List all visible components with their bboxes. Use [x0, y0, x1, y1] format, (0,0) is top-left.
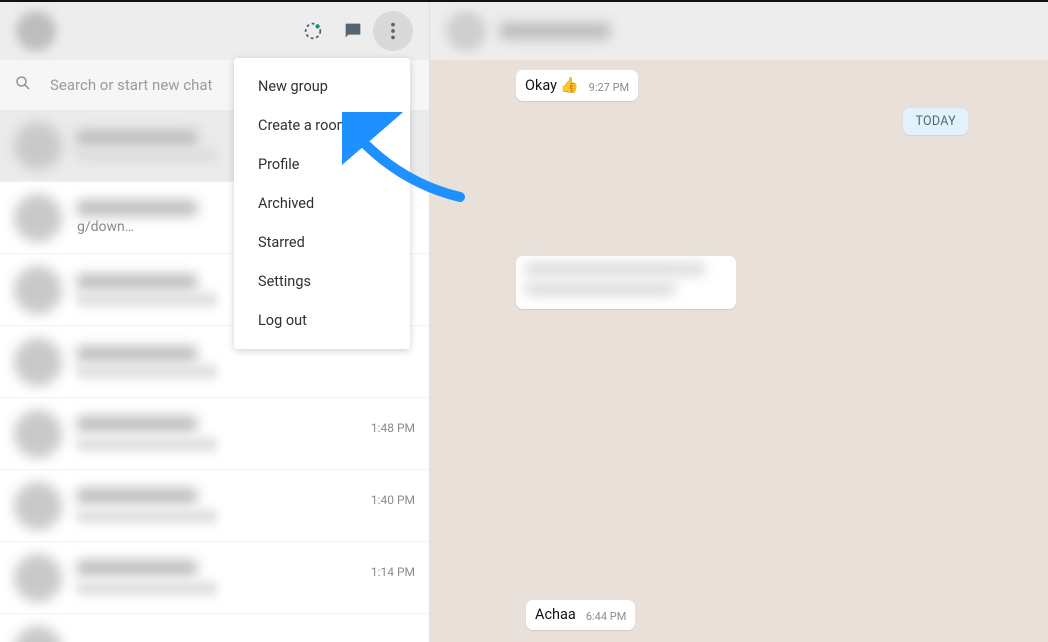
new-chat-icon[interactable]	[333, 11, 373, 51]
menu-item-logout[interactable]: Log out	[234, 301, 410, 340]
chat-item[interactable]: 1:14 PM	[0, 542, 429, 614]
messages-area: Okay👍 9:27 PM TODAY Achaa 6:44 PM	[430, 60, 1048, 642]
menu-item-create-room[interactable]: Create a room	[234, 106, 410, 145]
chat-name	[77, 560, 197, 576]
conversation-header[interactable]	[430, 2, 1048, 60]
chat-avatar	[14, 338, 62, 386]
chat-name	[77, 488, 197, 504]
chat-item[interactable]: 1:48 PM	[0, 398, 429, 470]
menu-item-starred[interactable]: Starred	[234, 223, 410, 262]
chat-name	[77, 130, 197, 146]
message-text	[525, 262, 705, 276]
chat-preview	[77, 149, 217, 162]
chat-preview	[77, 365, 217, 378]
chat-name	[77, 346, 197, 362]
message-time: 9:27 PM	[589, 81, 629, 94]
message-incoming[interactable]: Okay👍 9:27 PM	[516, 70, 638, 101]
background-pattern	[430, 60, 1048, 642]
day-separator: TODAY	[903, 108, 968, 135]
search-icon	[14, 74, 32, 96]
chat-preview	[77, 438, 217, 451]
menu-item-archived[interactable]: Archived	[234, 184, 410, 223]
chat-name	[77, 200, 197, 216]
conversation-avatar	[446, 11, 486, 51]
conversation-pane: Okay👍 9:27 PM TODAY Achaa 6:44 PM	[430, 2, 1048, 642]
chat-avatar	[14, 482, 62, 530]
sidebar-header	[0, 2, 429, 60]
thumbs-up-icon: 👍	[560, 76, 579, 94]
chat-avatar	[14, 626, 62, 642]
chat-time: 1:48 PM	[371, 421, 415, 435]
message-text	[525, 282, 675, 296]
message-incoming[interactable]	[516, 256, 736, 309]
chat-time: 1:40 PM	[371, 493, 415, 507]
chat-preview	[77, 293, 217, 306]
menu-item-new-group[interactable]: New group	[234, 67, 410, 106]
menu-icon[interactable]	[373, 11, 413, 51]
chat-preview	[77, 582, 217, 595]
chat-item[interactable]: Ram Mandir @5 Augyesterday	[0, 614, 429, 642]
conversation-title	[500, 23, 610, 39]
own-avatar[interactable]	[16, 11, 56, 51]
status-icon[interactable]	[293, 11, 333, 51]
message-time: 6:44 PM	[586, 610, 626, 623]
message-incoming[interactable]: Achaa 6:44 PM	[526, 600, 635, 630]
chat-avatar	[14, 266, 62, 314]
chat-avatar	[14, 554, 62, 602]
chat-time: 1:14 PM	[371, 565, 415, 579]
overflow-menu: New group Create a room Profile Archived…	[234, 58, 410, 349]
menu-item-settings[interactable]: Settings	[234, 262, 410, 301]
app-root: g/down… 1:48 PM	[0, 0, 1048, 642]
message-text: Achaa	[535, 606, 576, 623]
chat-item[interactable]: 1:40 PM	[0, 470, 429, 542]
menu-item-profile[interactable]: Profile	[234, 145, 410, 184]
chat-name: Ram Mandir @5 Aug	[77, 639, 223, 642]
sidebar: g/down… 1:48 PM	[0, 2, 430, 642]
message-text: Okay👍	[525, 76, 579, 94]
chat-name	[77, 274, 197, 290]
chat-avatar	[14, 122, 62, 170]
chat-avatar	[14, 410, 62, 458]
chat-preview	[77, 510, 217, 523]
chat-name	[77, 416, 197, 432]
chat-avatar	[14, 194, 62, 242]
